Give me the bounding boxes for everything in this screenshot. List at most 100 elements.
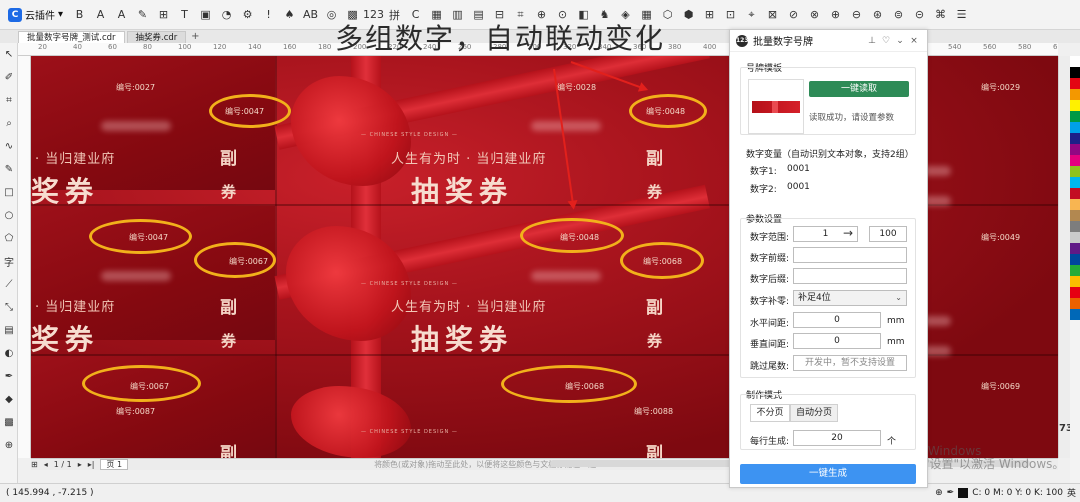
toolbar-tool-icon[interactable]: ✎: [132, 4, 153, 26]
toolbar-tool-icon[interactable]: ▣: [195, 4, 216, 26]
ellipse-tool-icon[interactable]: ○: [0, 204, 18, 227]
vgap-input[interactable]: 0: [793, 333, 881, 349]
transparency-tool-icon[interactable]: ◐: [0, 342, 18, 365]
toolbar-tool-icon[interactable]: ⊗: [804, 4, 825, 26]
palette-swatch[interactable]: [1070, 78, 1080, 89]
serial-number: 编号:0027: [116, 83, 156, 92]
toolbar-tool-icon[interactable]: !: [258, 4, 279, 26]
smart-fill-icon[interactable]: ▩: [0, 411, 18, 434]
eyedropper-tool-icon[interactable]: ✒: [0, 365, 18, 388]
add-tool-icon[interactable]: ⊕: [0, 434, 18, 457]
padding-select[interactable]: 补足4位 ⌄: [793, 290, 907, 306]
page-next-icon[interactable]: ▸: [78, 460, 82, 469]
palette-swatch[interactable]: [1070, 166, 1080, 177]
prefix-input[interactable]: [793, 247, 907, 263]
fill-icon[interactable]: ⊕: [935, 488, 943, 498]
pick-tool-icon[interactable]: ↖: [0, 43, 18, 66]
generate-button[interactable]: 一键生成: [740, 464, 916, 484]
palette-swatch[interactable]: [1070, 199, 1080, 210]
palette-swatch[interactable]: [1070, 210, 1080, 221]
interactive-fill-icon[interactable]: ◆: [0, 388, 18, 411]
palette-swatch[interactable]: [1070, 287, 1080, 298]
toolbar-tool-icon[interactable]: ⬢: [678, 4, 699, 26]
range-to-input[interactable]: 100: [869, 226, 907, 242]
palette-swatch[interactable]: [1070, 243, 1080, 254]
toolbar-tool-icon[interactable]: ◔: [216, 4, 237, 26]
toolbar-tool-icon[interactable]: ☰: [951, 4, 972, 26]
toolbar-tool-icon[interactable]: ⌖: [741, 4, 762, 26]
page-last-icon[interactable]: ▸|: [88, 460, 95, 469]
cloud-plugin-menu[interactable]: C 云插件 ▾: [4, 4, 67, 26]
tab-document-2[interactable]: 抽奖券.cdr: [126, 31, 187, 43]
toolbar-tool-icon[interactable]: B: [69, 4, 90, 26]
palette-swatch[interactable]: [1070, 309, 1080, 320]
palette-swatch[interactable]: [1070, 133, 1080, 144]
toolbar-tool-icon[interactable]: ⊡: [720, 4, 741, 26]
toolbar-tool-icon[interactable]: ⊘: [783, 4, 804, 26]
toolbar-tool-icon[interactable]: ⚙: [237, 4, 258, 26]
palette-swatch[interactable]: [1070, 100, 1080, 111]
highlight-ring: [620, 242, 704, 279]
ticket-headline: 抽奖券: [411, 175, 514, 208]
toolbar-tool-icon[interactable]: ⊝: [909, 4, 930, 26]
palette-swatch[interactable]: [1070, 111, 1080, 122]
page-tab-1[interactable]: 页 1: [100, 459, 129, 470]
new-tab-icon[interactable]: +: [188, 31, 202, 43]
toolbar-tool-icon[interactable]: A: [90, 4, 111, 26]
page-first-icon[interactable]: ⊞: [31, 460, 38, 469]
tab-document-1[interactable]: 批量数字号牌_测试.cdr: [18, 31, 125, 43]
palette-swatch[interactable]: [1070, 265, 1080, 276]
polygon-tool-icon[interactable]: ⬠: [0, 227, 18, 250]
expand-icon[interactable]: ⌄: [893, 36, 907, 46]
shape-tool-icon[interactable]: ✐: [0, 66, 18, 89]
freehand-tool-icon[interactable]: ∿: [0, 135, 18, 158]
palette-swatch[interactable]: [1070, 122, 1080, 133]
toolbar-tool-icon[interactable]: ⊖: [846, 4, 867, 26]
skip-input[interactable]: 开发中，暂不支持设置: [793, 355, 907, 371]
outline-icon[interactable]: ✒: [947, 488, 955, 498]
crop-tool-icon[interactable]: ⌗: [0, 89, 18, 112]
parallel-dimension-icon[interactable]: ⟋: [0, 273, 18, 296]
palette-swatch[interactable]: [1070, 144, 1080, 155]
palette-swatch[interactable]: [1070, 89, 1080, 100]
toolbar-tool-icon[interactable]: A: [111, 4, 132, 26]
palette-swatch[interactable]: [1070, 155, 1080, 166]
toolbar-tool-icon[interactable]: ♠: [279, 4, 300, 26]
palette-swatch[interactable]: [1070, 276, 1080, 287]
palette-swatch[interactable]: [1070, 298, 1080, 309]
palette-swatch[interactable]: [1070, 67, 1080, 78]
rectangle-tool-icon[interactable]: □: [0, 181, 18, 204]
pin-icon[interactable]: ⊥: [865, 36, 879, 46]
close-icon[interactable]: ×: [907, 36, 921, 46]
input-language[interactable]: 英: [1067, 486, 1076, 499]
palette-swatch[interactable]: [1070, 232, 1080, 243]
toolbar-tool-icon[interactable]: ⊛: [867, 4, 888, 26]
palette-swatch[interactable]: [1070, 188, 1080, 199]
toolbar-tool-icon[interactable]: ⊞: [153, 4, 174, 26]
toolbar-tool-icon[interactable]: ⊠: [762, 4, 783, 26]
toolbar-tool-icon[interactable]: AB: [300, 4, 321, 26]
artistic-media-icon[interactable]: ✎: [0, 158, 18, 181]
palette-swatch[interactable]: [1070, 177, 1080, 188]
toolbar-tool-icon[interactable]: ⌘: [930, 4, 951, 26]
connector-tool-icon[interactable]: ⤡: [0, 296, 18, 319]
zoom-tool-icon[interactable]: ⌕: [0, 112, 18, 135]
page-prev-icon[interactable]: ◂: [44, 460, 48, 469]
hgap-input[interactable]: 0: [793, 312, 881, 328]
toolbar-tool-icon[interactable]: ⊕: [825, 4, 846, 26]
tab-no-paging[interactable]: 不分页: [750, 404, 790, 422]
shadow-tool-icon[interactable]: ▤: [0, 319, 18, 342]
tab-auto-paging[interactable]: 自动分页: [790, 404, 838, 422]
palette-swatch[interactable]: [1070, 56, 1080, 67]
heart-icon[interactable]: ♡: [879, 36, 893, 46]
toolbar-tool-icon[interactable]: T: [174, 4, 195, 26]
toolbar-tool-icon[interactable]: ⊜: [888, 4, 909, 26]
per-row-input[interactable]: 20: [793, 430, 881, 446]
read-template-button[interactable]: 一键读取: [809, 81, 909, 97]
fill-color-swatch[interactable]: [958, 487, 969, 498]
toolbar-tool-icon[interactable]: ⊞: [699, 4, 720, 26]
suffix-input[interactable]: [793, 268, 907, 284]
text-tool-icon[interactable]: 字: [0, 250, 18, 273]
palette-swatch[interactable]: [1070, 221, 1080, 232]
palette-swatch[interactable]: [1070, 254, 1080, 265]
